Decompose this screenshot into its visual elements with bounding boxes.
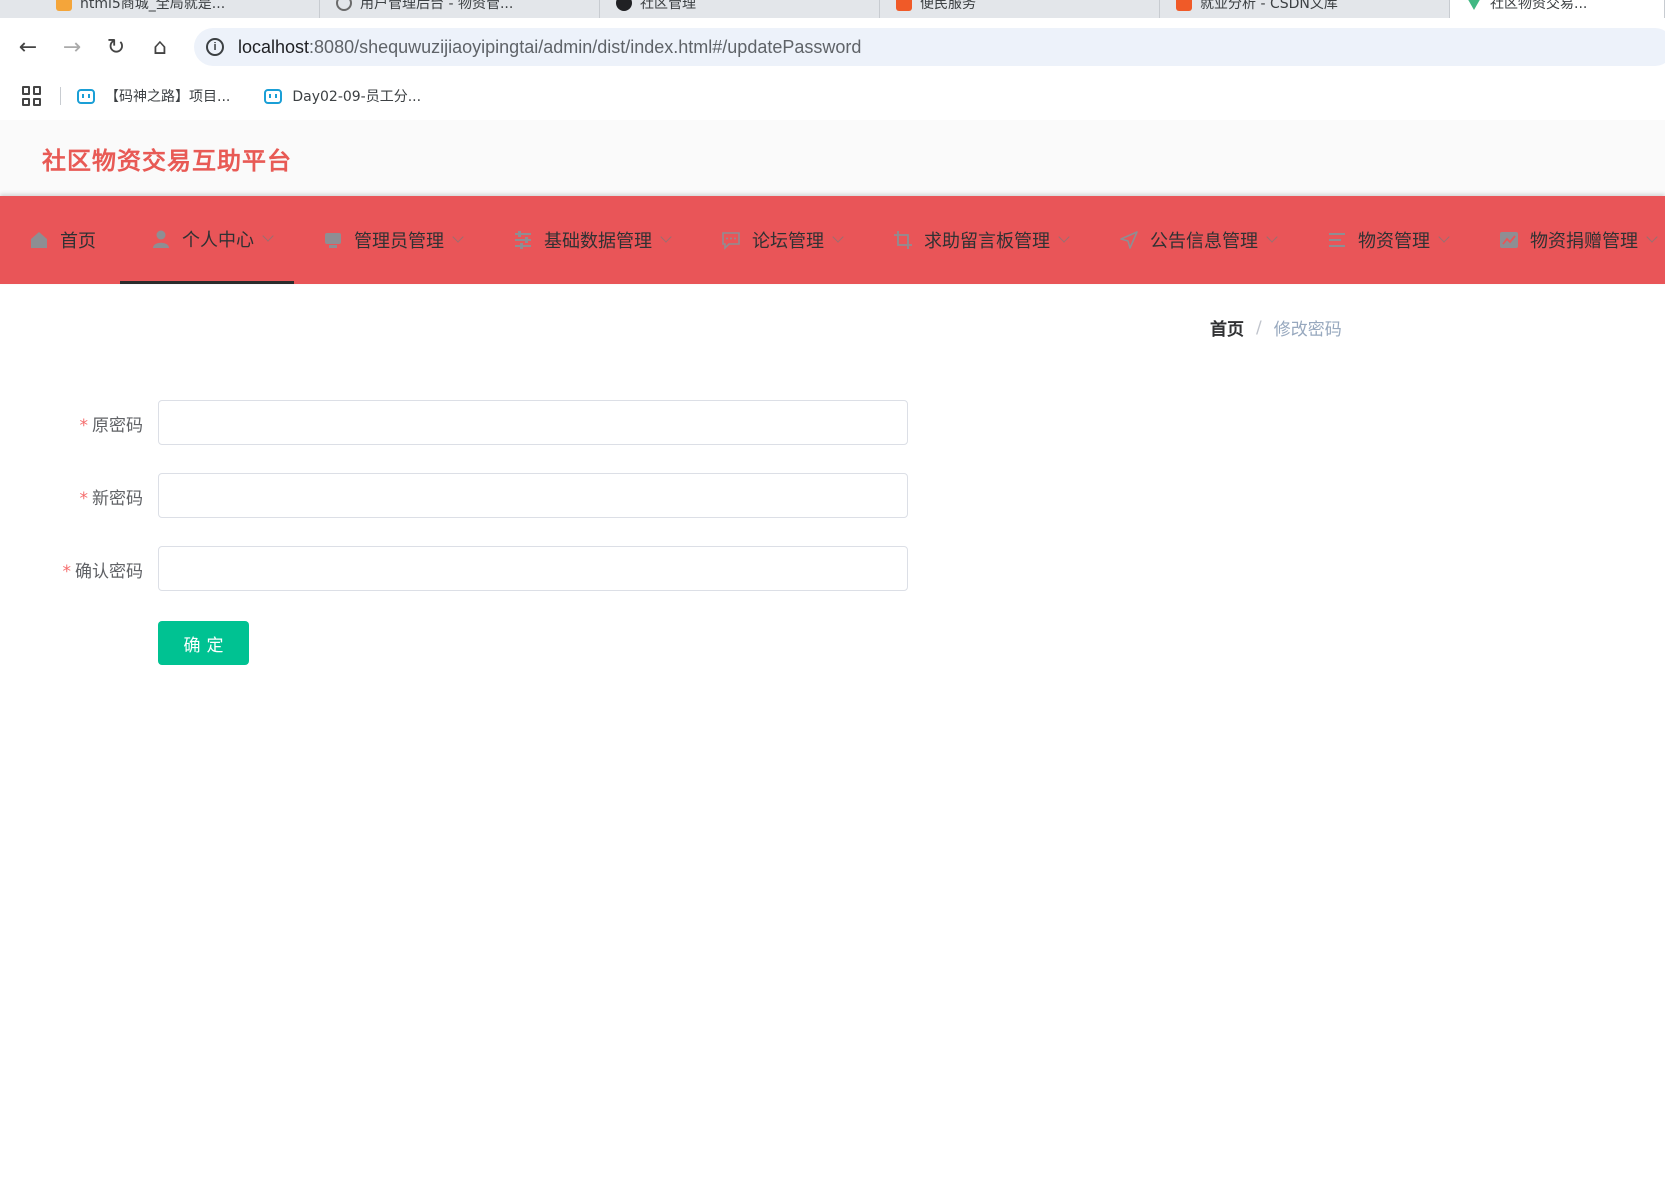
old-password-row: * 原密码 bbox=[0, 400, 910, 446]
bookmarks-bar: 【码神之路】项目... Day02-09-员工分... bbox=[0, 76, 1665, 116]
menu-item-announcements[interactable]: 公告信息管理 bbox=[1090, 196, 1298, 284]
confirm-password-input[interactable] bbox=[158, 546, 908, 591]
browser-tab[interactable]: 用户管理后台 - 物资管... bbox=[320, 0, 600, 18]
menu-item-label: 物资管理 bbox=[1358, 231, 1430, 252]
main-menu: 首页 个人中心 管理员管理 基础数据管理 论坛管理 求助留言板管理 公告信息管理… bbox=[0, 196, 1665, 284]
bookmark-item[interactable]: Day02-09-员工分... bbox=[264, 86, 421, 106]
browser-tab-active[interactable]: 社区物资交易... bbox=[1450, 0, 1665, 18]
bilibili-icon bbox=[264, 88, 283, 104]
menu-item-label: 物资捐赠管理 bbox=[1530, 231, 1638, 252]
confirm-password-label-text: 确认密码 bbox=[75, 561, 143, 582]
browser-tab-title: 就业分析 - CSDN文库 bbox=[1200, 0, 1338, 12]
breadcrumb: 首页 / 修改密码 bbox=[1210, 315, 1342, 341]
search-icon bbox=[336, 0, 352, 11]
menu-item-basic-data[interactable]: 基础数据管理 bbox=[484, 196, 692, 284]
browser-tab-title: 社区物资交易... bbox=[1490, 0, 1588, 12]
chevron-down-icon bbox=[452, 231, 464, 243]
browser-tab-title: 用户管理后台 - 物资管... bbox=[360, 0, 514, 12]
browser-tab[interactable]: html5商城_全局就是... bbox=[40, 0, 320, 18]
old-password-label-text: 原密码 bbox=[92, 415, 143, 436]
bookmark-label: Day02-09-员工分... bbox=[292, 89, 422, 105]
menu-item-home[interactable]: 首页 bbox=[0, 196, 120, 284]
url-path: :8080/shequwuzijiaoyipingtai/admin/dist/… bbox=[309, 36, 862, 57]
old-password-input[interactable] bbox=[158, 400, 908, 445]
csdn-icon bbox=[1176, 0, 1192, 11]
menu-item-materials[interactable]: 物资管理 bbox=[1298, 196, 1470, 284]
chevron-down-icon bbox=[1266, 231, 1278, 243]
menu-item-label: 公告信息管理 bbox=[1150, 231, 1258, 252]
chevron-down-icon bbox=[1438, 231, 1450, 243]
menu-item-forum[interactable]: 论坛管理 bbox=[692, 196, 864, 284]
required-mark: * bbox=[79, 415, 89, 436]
user-icon bbox=[150, 228, 172, 250]
chart-icon bbox=[1498, 229, 1520, 251]
apps-grid-icon[interactable] bbox=[22, 86, 42, 106]
send-icon bbox=[1118, 229, 1140, 251]
new-password-label-text: 新密码 bbox=[92, 488, 143, 509]
menu-item-label: 论坛管理 bbox=[752, 231, 824, 252]
home-browser-icon[interactable]: ⌂ bbox=[144, 31, 176, 63]
back-icon[interactable]: ← bbox=[12, 31, 44, 63]
breadcrumb-separator: / bbox=[1256, 317, 1262, 338]
chat-icon bbox=[720, 229, 742, 251]
forward-icon[interactable]: → bbox=[56, 31, 88, 63]
monitor-icon bbox=[322, 229, 344, 251]
confirm-password-row: * 确认密码 bbox=[0, 546, 910, 592]
new-password-input[interactable] bbox=[158, 473, 908, 518]
chevron-down-icon bbox=[832, 231, 844, 243]
menu-item-label: 求助留言板管理 bbox=[924, 231, 1050, 252]
required-mark: * bbox=[79, 488, 89, 509]
old-password-label: * 原密码 bbox=[0, 411, 144, 436]
required-mark: * bbox=[62, 561, 72, 582]
menu-item-label: 管理员管理 bbox=[354, 231, 444, 252]
reload-icon[interactable]: ↻ bbox=[100, 31, 132, 63]
browser-toolbar: ← → ↻ ⌂ i localhost:8080/shequwuzijiaoyi… bbox=[0, 18, 1665, 76]
chevron-down-icon bbox=[1058, 231, 1070, 243]
url-host: localhost bbox=[238, 36, 310, 57]
hao-icon bbox=[56, 0, 72, 11]
breadcrumb-home[interactable]: 首页 bbox=[1210, 315, 1244, 340]
bookmarks-divider bbox=[60, 87, 61, 105]
site-info-icon[interactable]: i bbox=[206, 38, 224, 56]
breadcrumb-current: 修改密码 bbox=[1273, 320, 1342, 340]
menu-item-admin-management[interactable]: 管理员管理 bbox=[294, 196, 484, 284]
github-icon bbox=[616, 0, 632, 11]
new-password-label: * 新密码 bbox=[0, 484, 144, 509]
new-password-row: * 新密码 bbox=[0, 473, 910, 519]
chevron-down-icon bbox=[1646, 231, 1658, 243]
bookmark-label: 【码神之路】项目... bbox=[105, 89, 231, 105]
sliders-icon bbox=[512, 229, 534, 251]
confirm-password-label: * 确认密码 bbox=[0, 557, 144, 582]
menu-item-label: 首页 bbox=[60, 231, 96, 252]
home-icon bbox=[28, 229, 50, 251]
browser-tab[interactable]: 便民服务 bbox=[880, 0, 1160, 18]
menu-item-personal-center[interactable]: 个人中心 bbox=[120, 196, 294, 284]
bookmark-item[interactable]: 【码神之路】项目... bbox=[77, 86, 230, 106]
browser-tab-strip: html5商城_全局就是... 用户管理后台 - 物资管... 社区管理 便民服… bbox=[0, 0, 1665, 18]
chevron-down-icon bbox=[262, 229, 274, 242]
menu-item-label: 个人中心 bbox=[182, 229, 254, 251]
confirm-button[interactable]: 确定 bbox=[158, 621, 249, 665]
chevron-down-icon bbox=[660, 231, 672, 243]
browser-tab-title: 便民服务 bbox=[920, 0, 976, 12]
bilibili-icon bbox=[77, 88, 95, 104]
crop-icon bbox=[892, 229, 914, 251]
menu-item-donations[interactable]: 物资捐赠管理 bbox=[1470, 196, 1665, 284]
address-bar[interactable]: i localhost:8080/shequwuzijiaoyipingtai/… bbox=[194, 28, 1665, 66]
vue-icon bbox=[1466, 0, 1482, 10]
menu-item-label: 基础数据管理 bbox=[544, 231, 652, 252]
csdn-icon bbox=[896, 0, 912, 11]
browser-tab[interactable]: 就业分析 - CSDN文库 bbox=[1160, 0, 1450, 18]
menu-item-help-board[interactable]: 求助留言板管理 bbox=[864, 196, 1090, 284]
browser-tab[interactable]: 社区管理 bbox=[600, 0, 880, 18]
app-title: 社区物资交易互助平台 bbox=[42, 146, 292, 175]
browser-tab-title: html5商城_全局就是... bbox=[80, 0, 226, 12]
list-icon bbox=[1326, 229, 1348, 251]
browser-tab-title: 社区管理 bbox=[640, 0, 696, 12]
app-header: 社区物资交易互助平台 bbox=[0, 120, 1665, 196]
